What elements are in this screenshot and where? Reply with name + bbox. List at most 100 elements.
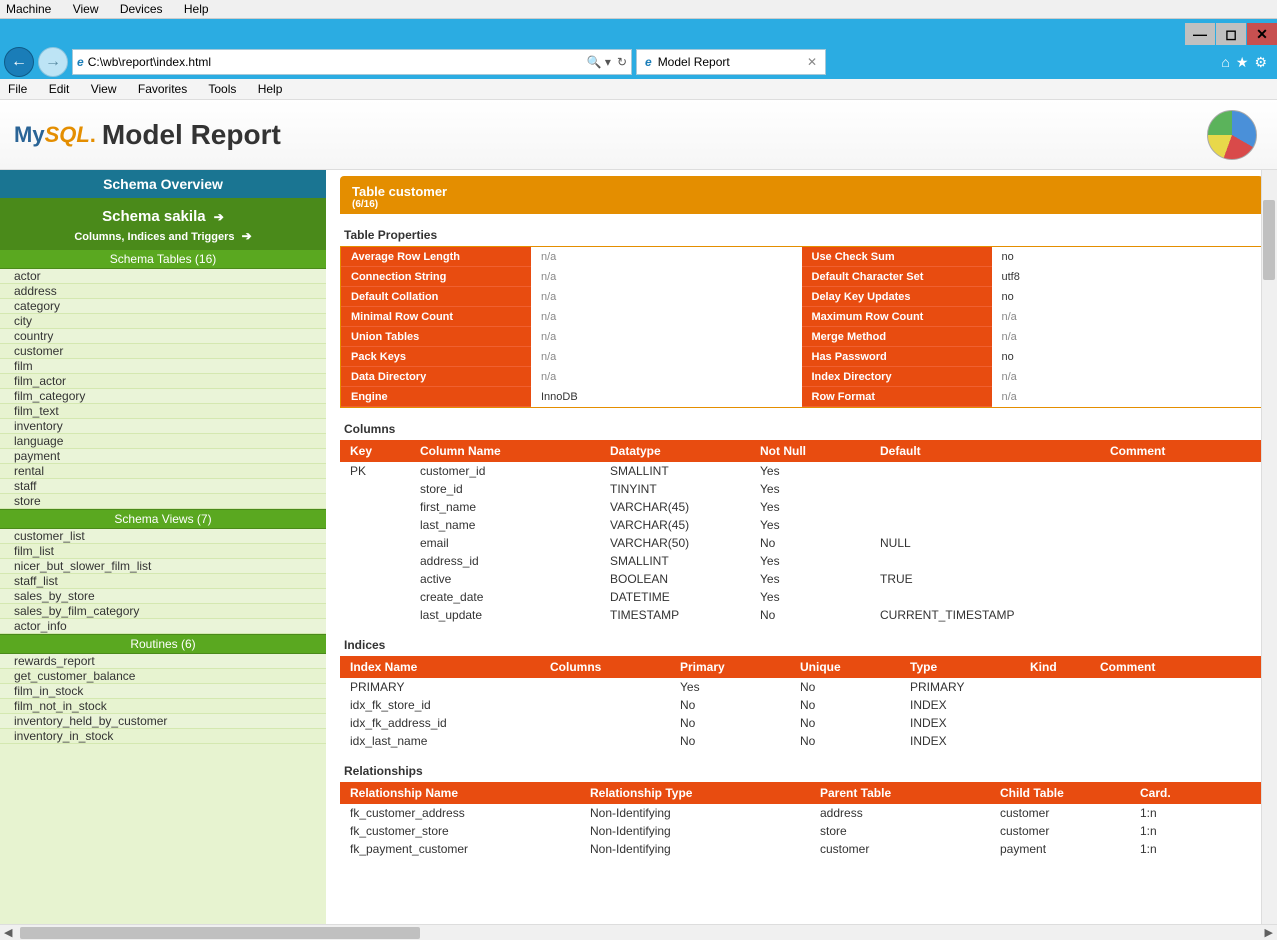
- relationships-table: Relationship NameRelationship TypeParent…: [340, 782, 1263, 858]
- property-label: Data Directory: [341, 367, 531, 387]
- column-header: Parent Table: [810, 782, 990, 804]
- schema-tables-header: Schema Tables (16): [0, 249, 326, 269]
- close-button[interactable]: ✕: [1247, 23, 1277, 45]
- sidebar-table-item[interactable]: actor: [0, 269, 326, 284]
- sidebar-routine-item[interactable]: film_not_in_stock: [0, 699, 326, 714]
- arrow-right-icon: ➔: [214, 210, 224, 224]
- table-row: last_updateTIMESTAMPNoCURRENT_TIMESTAMP: [340, 606, 1263, 624]
- horizontal-scrollbar[interactable]: ◀ ▶: [0, 924, 1277, 940]
- property-label: Connection String: [341, 267, 531, 287]
- sidebar-view-item[interactable]: film_list: [0, 544, 326, 559]
- menu-view[interactable]: View: [91, 82, 117, 96]
- table-row: create_dateDATETIMEYes: [340, 588, 1263, 606]
- property-value: n/a: [531, 311, 802, 323]
- sidebar-table-item[interactable]: film_text: [0, 404, 326, 419]
- sidebar-table-item[interactable]: language: [0, 434, 326, 449]
- sidebar-table-item[interactable]: rental: [0, 464, 326, 479]
- tools-icon[interactable]: ⚙: [1254, 54, 1267, 71]
- sidebar-view-item[interactable]: sales_by_store: [0, 589, 326, 604]
- section-columns: Columns: [344, 422, 1263, 436]
- table-row: fk_payment_customerNon-Identifyingcustom…: [340, 840, 1263, 858]
- hscroll-thumb[interactable]: [20, 927, 420, 939]
- sidebar-routine-item[interactable]: film_in_stock: [0, 684, 326, 699]
- column-header: Card.: [1130, 782, 1263, 804]
- menu-edit[interactable]: Edit: [49, 82, 70, 96]
- sidebar-table-item[interactable]: film_category: [0, 389, 326, 404]
- sidebar-table-item[interactable]: address: [0, 284, 326, 299]
- sidebar: Schema Overview Schema sakila ➔ Columns,…: [0, 170, 326, 924]
- properties-grid: Average Row Lengthn/aConnection Stringn/…: [340, 246, 1263, 408]
- back-button[interactable]: ←: [4, 47, 34, 77]
- property-label: Row Format: [802, 387, 992, 407]
- browser-tab[interactable]: e Model Report ✕: [636, 49, 826, 75]
- forward-button[interactable]: →: [38, 47, 68, 77]
- column-header: Index Name: [340, 656, 540, 678]
- property-value: n/a: [531, 251, 802, 263]
- table-row: last_nameVARCHAR(45)Yes: [340, 516, 1263, 534]
- section-indices: Indices: [344, 638, 1263, 652]
- vertical-scrollbar[interactable]: [1261, 170, 1277, 924]
- property-value: no: [992, 291, 1263, 303]
- property-label: Pack Keys: [341, 347, 531, 367]
- page-header: MySQL. Model Report: [0, 100, 1277, 170]
- tab-close-icon[interactable]: ✕: [807, 55, 817, 69]
- sidebar-view-item[interactable]: nicer_but_slower_film_list: [0, 559, 326, 574]
- sidebar-table-item[interactable]: city: [0, 314, 326, 329]
- sidebar-view-item[interactable]: staff_list: [0, 574, 326, 589]
- vm-menu-machine[interactable]: Machine: [6, 2, 51, 16]
- scroll-left-icon[interactable]: ◀: [4, 926, 12, 939]
- sidebar-table-item[interactable]: film_actor: [0, 374, 326, 389]
- table-row: idx_last_nameNoNoINDEX: [340, 732, 1263, 750]
- sidebar-table-item[interactable]: payment: [0, 449, 326, 464]
- refresh-icon[interactable]: ↻: [617, 55, 627, 69]
- columns-table: KeyColumn NameDatatypeNot NullDefaultCom…: [340, 440, 1263, 624]
- sidebar-routine-item[interactable]: inventory_in_stock: [0, 729, 326, 744]
- sidebar-view-item[interactable]: actor_info: [0, 619, 326, 634]
- sidebar-table-item[interactable]: staff: [0, 479, 326, 494]
- sidebar-table-item[interactable]: category: [0, 299, 326, 314]
- property-label: Delay Key Updates: [802, 287, 992, 307]
- menu-favorites[interactable]: Favorites: [138, 82, 187, 96]
- menu-tools[interactable]: Tools: [208, 82, 236, 96]
- table-row: emailVARCHAR(50)NoNULL: [340, 534, 1263, 552]
- sidebar-table-item[interactable]: country: [0, 329, 326, 344]
- column-header: Child Table: [990, 782, 1130, 804]
- routines-header: Routines (6): [0, 634, 326, 654]
- column-header: Unique: [790, 656, 900, 678]
- sidebar-table-item[interactable]: store: [0, 494, 326, 509]
- vm-menu-help[interactable]: Help: [184, 2, 209, 16]
- schema-views-header: Schema Views (7): [0, 509, 326, 529]
- sidebar-table-item[interactable]: customer: [0, 344, 326, 359]
- property-value: no: [992, 251, 1263, 263]
- menu-help[interactable]: Help: [258, 82, 283, 96]
- scroll-right-icon[interactable]: ▶: [1265, 926, 1273, 939]
- ie-page-icon: e: [77, 55, 84, 69]
- sidebar-view-item[interactable]: sales_by_film_category: [0, 604, 326, 619]
- sidebar-table-item[interactable]: film: [0, 359, 326, 374]
- maximize-button[interactable]: ◻: [1216, 23, 1246, 45]
- column-header: Comment: [1090, 656, 1263, 678]
- property-value: no: [992, 351, 1263, 363]
- sidebar-routine-item[interactable]: inventory_held_by_customer: [0, 714, 326, 729]
- favorites-icon[interactable]: ★: [1236, 54, 1249, 71]
- property-label: Use Check Sum: [802, 247, 992, 267]
- address-bar[interactable]: e 🔍 ▾ ↻: [72, 49, 632, 75]
- home-icon[interactable]: ⌂: [1221, 54, 1229, 71]
- sidebar-routine-item[interactable]: rewards_report: [0, 654, 326, 669]
- vm-menu-view[interactable]: View: [73, 2, 99, 16]
- tab-title: Model Report: [658, 55, 730, 69]
- vm-menu-devices[interactable]: Devices: [120, 2, 163, 16]
- schema-name-block[interactable]: Schema sakila ➔ Columns, Indices and Tri…: [0, 198, 326, 249]
- scroll-thumb[interactable]: [1263, 200, 1275, 280]
- menu-file[interactable]: File: [8, 82, 27, 96]
- search-icon[interactable]: 🔍 ▾: [587, 55, 611, 69]
- property-value: utf8: [992, 271, 1263, 283]
- table-name: Table customer: [352, 184, 1251, 199]
- sidebar-routine-item[interactable]: get_customer_balance: [0, 669, 326, 684]
- minimize-button[interactable]: —: [1185, 23, 1215, 45]
- window-controls: — ◻ ✕: [1185, 23, 1277, 45]
- address-input[interactable]: [88, 55, 587, 69]
- column-header: Relationship Name: [340, 782, 580, 804]
- sidebar-view-item[interactable]: customer_list: [0, 529, 326, 544]
- sidebar-table-item[interactable]: inventory: [0, 419, 326, 434]
